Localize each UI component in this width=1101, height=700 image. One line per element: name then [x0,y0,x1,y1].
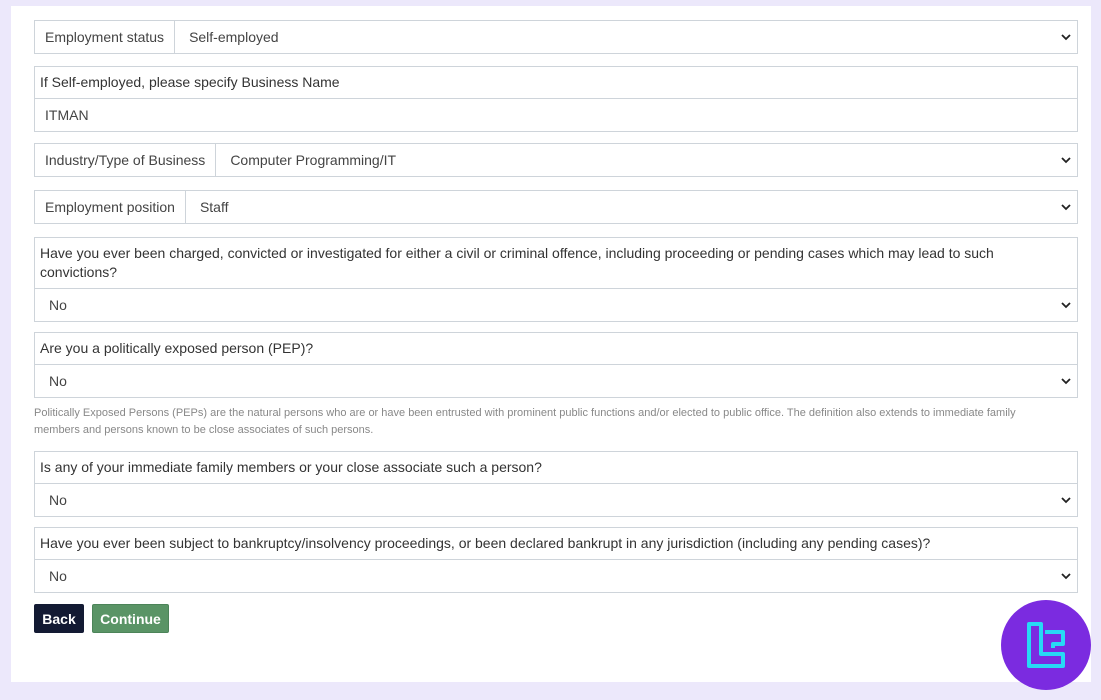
chevron-down-icon [1061,202,1071,212]
family-pep-value: No [49,492,67,508]
back-button[interactable]: Back [34,604,84,633]
position-value: Staff [199,199,229,215]
pep-value: No [49,373,67,389]
employment-status-group: Employment status Self-employed [34,20,1078,54]
chevron-down-icon [1061,300,1071,310]
criminal-select[interactable]: No [35,289,1077,321]
criminal-question: Have you ever been charged, convicted or… [35,238,1077,289]
bankruptcy-question: Have you ever been subject to bankruptcy… [35,528,1077,560]
criminal-value: No [49,297,67,313]
pep-question: Are you a politically exposed person (PE… [35,333,1077,365]
business-name-input[interactable]: ITMAN [35,99,1077,131]
family-pep-select[interactable]: No [35,484,1077,516]
bankruptcy-select[interactable]: No [35,560,1077,592]
chevron-down-icon [1061,376,1071,386]
pep-help-text: Politically Exposed Persons (PEPs) are t… [34,407,1016,436]
industry-select[interactable]: Computer Programming/IT [216,144,1077,176]
continue-button[interactable]: Continue [92,604,169,633]
family-pep-question: Is any of your immediate family members … [35,452,1077,484]
position-label: Employment position [35,191,186,223]
family-pep-group: Is any of your immediate family members … [34,451,1078,517]
business-name-label: If Self-employed, please specify Busines… [35,67,1077,99]
bankruptcy-value: No [49,568,67,584]
business-name-group: If Self-employed, please specify Busines… [34,66,1078,132]
brand-logo-icon [1001,600,1091,690]
position-group: Employment position Staff [34,190,1078,224]
pep-group: Are you a politically exposed person (PE… [34,332,1078,398]
position-select[interactable]: Staff [186,191,1077,223]
industry-value: Computer Programming/IT [230,152,397,168]
chevron-down-icon [1061,32,1071,42]
employment-status-value: Self-employed [189,29,279,45]
pep-select[interactable]: No [35,365,1077,397]
form-card: Employment status Self-employed If Self-… [11,6,1091,682]
employment-status-label: Employment status [35,21,176,53]
industry-group: Industry/Type of Business Computer Progr… [34,143,1078,177]
bankruptcy-group: Have you ever been subject to bankruptcy… [34,527,1078,593]
chevron-down-icon [1061,495,1071,505]
industry-label: Industry/Type of Business [35,144,217,176]
chevron-down-icon [1061,155,1071,165]
chevron-down-icon [1061,571,1071,581]
employment-status-select[interactable]: Self-employed [175,21,1077,53]
criminal-group: Have you ever been charged, convicted or… [34,237,1078,322]
